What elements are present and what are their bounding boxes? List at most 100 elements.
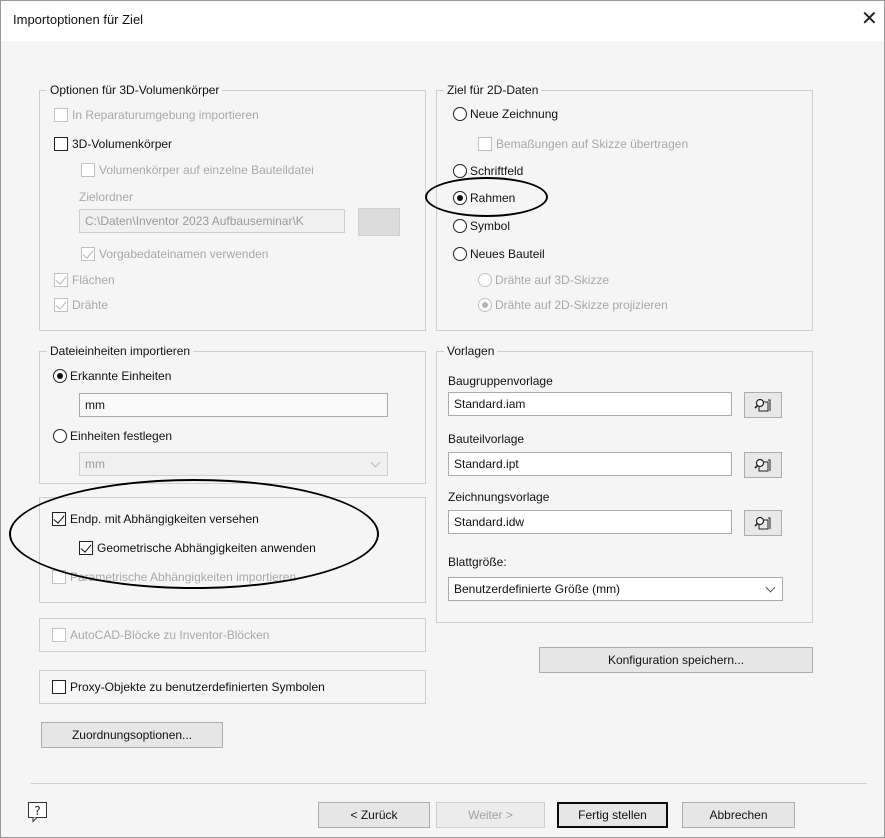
wires-2d-sketch-label: Drähte auf 2D-Skizze projizieren [495, 298, 668, 312]
solid-3d-checkbox[interactable]: 3D-Volumenkörper [54, 137, 172, 151]
units-legend: Dateieinheiten importieren [47, 344, 194, 358]
wires-3d-sketch-label: Drähte auf 3D-Skizze [495, 273, 610, 287]
chevron-down-icon [765, 582, 776, 593]
checkbox-icon [81, 247, 95, 261]
checkbox-icon [52, 680, 66, 694]
surfaces-checkbox[interactable]: Flächen [54, 273, 115, 287]
dialog-title: Importoptionen für Ziel [13, 12, 144, 27]
wires-2d-sketch-radio[interactable]: Drähte auf 2D-Skizze projizieren [478, 298, 668, 312]
close-icon[interactable]: ✕ [861, 9, 878, 29]
radio-icon [453, 107, 467, 121]
browse-icon [754, 516, 771, 530]
drawing-template-label: Zeichnungsvorlage [448, 490, 550, 504]
sheet-size-label: Blattgröße: [448, 555, 507, 569]
solids-options-legend: Optionen für 3D-Volumenkörper [47, 83, 223, 97]
next-button[interactable]: Weiter > [436, 802, 545, 828]
radio-icon [453, 164, 467, 178]
part-template-browse-button[interactable] [744, 452, 782, 478]
save-configuration-button[interactable]: Konfiguration speichern... [539, 647, 813, 673]
chevron-down-icon [370, 457, 381, 468]
repair-env-label: In Reparaturumgebung importieren [72, 108, 259, 122]
detected-units-field[interactable]: mm [79, 393, 388, 417]
set-units-label: Einheiten festlegen [70, 429, 173, 443]
assembly-template-browse-button[interactable] [744, 392, 782, 418]
frame-radio[interactable]: Rahmen [453, 191, 515, 205]
symbol-radio[interactable]: Symbol [453, 219, 510, 233]
drawing-template-field[interactable]: Standard.idw [448, 510, 732, 534]
new-part-label: Neues Bauteil [470, 247, 545, 261]
browse-icon [754, 458, 771, 472]
endpoints-constraints-label: Endp. mit Abhängigkeiten versehen [70, 512, 259, 526]
radio-icon [478, 273, 492, 287]
checkbox-icon [79, 541, 93, 555]
proxy-objects-checkbox[interactable]: Proxy-Objekte zu benutzerdefinierten Sym… [52, 680, 325, 694]
radio-icon [478, 298, 492, 312]
new-drawing-radio[interactable]: Neue Zeichnung [453, 107, 558, 121]
autocad-blocks-label: AutoCAD-Blöcke zu Inventor-Blöcken [70, 628, 270, 642]
checkbox-icon [52, 570, 66, 584]
default-names-checkbox[interactable]: Vorgabedateinamen verwenden [81, 247, 268, 261]
back-button[interactable]: < Zurück [318, 802, 430, 828]
radio-icon [53, 369, 67, 383]
transfer-dims-checkbox[interactable]: Bemaßungen auf Skizze übertragen [478, 137, 688, 151]
wires-checkbox[interactable]: Drähte [54, 298, 108, 312]
single-part-label: Volumenkörper auf einzelne Bauteildatei [99, 163, 314, 177]
checkbox-icon [54, 273, 68, 287]
radio-icon [53, 429, 67, 443]
wires-label: Drähte [72, 298, 109, 312]
frame-label: Rahmen [470, 191, 516, 205]
target-2d-group [436, 90, 813, 331]
part-template-field[interactable]: Standard.ipt [448, 452, 732, 476]
assembly-template-field[interactable]: Standard.iam [448, 392, 732, 416]
sheet-size-dropdown[interactable]: Benutzerdefinierte Größe (mm) [448, 577, 783, 601]
footer-separator [31, 783, 867, 784]
checkbox-icon [54, 137, 68, 151]
checkbox-icon [52, 512, 66, 526]
templates-legend: Vorlagen [444, 344, 498, 358]
detected-units-label: Erkannte Einheiten [70, 369, 172, 383]
detected-units-radio[interactable]: Erkannte Einheiten [53, 369, 171, 383]
drawing-template-browse-button[interactable] [744, 510, 782, 536]
radio-icon [453, 191, 467, 205]
import-options-dialog: Importoptionen für Ziel ✕ Optionen für 3… [0, 0, 885, 838]
set-units-dropdown[interactable]: mm [79, 452, 388, 476]
parametric-constraints-checkbox[interactable]: Parametrische Abhängigkeiten importieren [52, 570, 296, 584]
parametric-constraints-label: Parametrische Abhängigkeiten importieren [70, 570, 297, 584]
new-drawing-label: Neue Zeichnung [470, 107, 559, 121]
svg-text:?: ? [34, 804, 40, 818]
cancel-button[interactable]: Abbrechen [682, 802, 795, 828]
help-icon[interactable]: ? [27, 801, 49, 823]
geometric-constraints-checkbox[interactable]: Geometrische Abhängigkeiten anwenden [79, 541, 316, 555]
endpoints-constraints-checkbox[interactable]: Endp. mit Abhängigkeiten versehen [52, 512, 259, 526]
target-2d-legend: Ziel für 2D-Daten [444, 83, 542, 97]
finish-button[interactable]: Fertig stellen [557, 802, 668, 828]
symbol-label: Symbol [470, 219, 511, 233]
target-folder-label: Zielordner [79, 190, 134, 204]
mapping-options-button[interactable]: Zuordnungsoptionen... [41, 722, 223, 748]
wires-3d-sketch-radio[interactable]: Drähte auf 3D-Skizze [478, 273, 609, 287]
surfaces-label: Flächen [72, 273, 115, 287]
repair-env-checkbox[interactable]: In Reparaturumgebung importieren [54, 108, 259, 122]
single-part-checkbox[interactable]: Volumenkörper auf einzelne Bauteildatei [81, 163, 314, 177]
target-folder-field[interactable]: C:\Daten\Inventor 2023 Aufbauseminar\K [79, 209, 345, 233]
proxy-objects-label: Proxy-Objekte zu benutzerdefinierten Sym… [70, 680, 325, 694]
geometric-constraints-label: Geometrische Abhängigkeiten anwenden [97, 541, 316, 555]
set-units-radio[interactable]: Einheiten festlegen [53, 429, 172, 443]
title-block-label: Schriftfeld [470, 164, 524, 178]
title-block-radio[interactable]: Schriftfeld [453, 164, 523, 178]
checkbox-icon [54, 298, 68, 312]
checkbox-icon [478, 137, 492, 151]
radio-icon [453, 247, 467, 261]
solid-3d-label: 3D-Volumenkörper [72, 137, 173, 151]
checkbox-icon [52, 628, 66, 642]
transfer-dims-label: Bemaßungen auf Skizze übertragen [496, 137, 689, 151]
assembly-template-label: Baugruppenvorlage [448, 374, 553, 388]
set-units-value: mm [85, 457, 105, 471]
checkbox-icon [81, 163, 95, 177]
sheet-size-value: Benutzerdefinierte Größe (mm) [454, 582, 621, 596]
target-folder-browse-button[interactable] [358, 208, 400, 236]
new-part-radio[interactable]: Neues Bauteil [453, 247, 545, 261]
autocad-blocks-checkbox[interactable]: AutoCAD-Blöcke zu Inventor-Blöcken [52, 628, 269, 642]
title-bar: Importoptionen für Ziel ✕ [1, 1, 884, 41]
default-names-label: Vorgabedateinamen verwenden [99, 247, 269, 261]
